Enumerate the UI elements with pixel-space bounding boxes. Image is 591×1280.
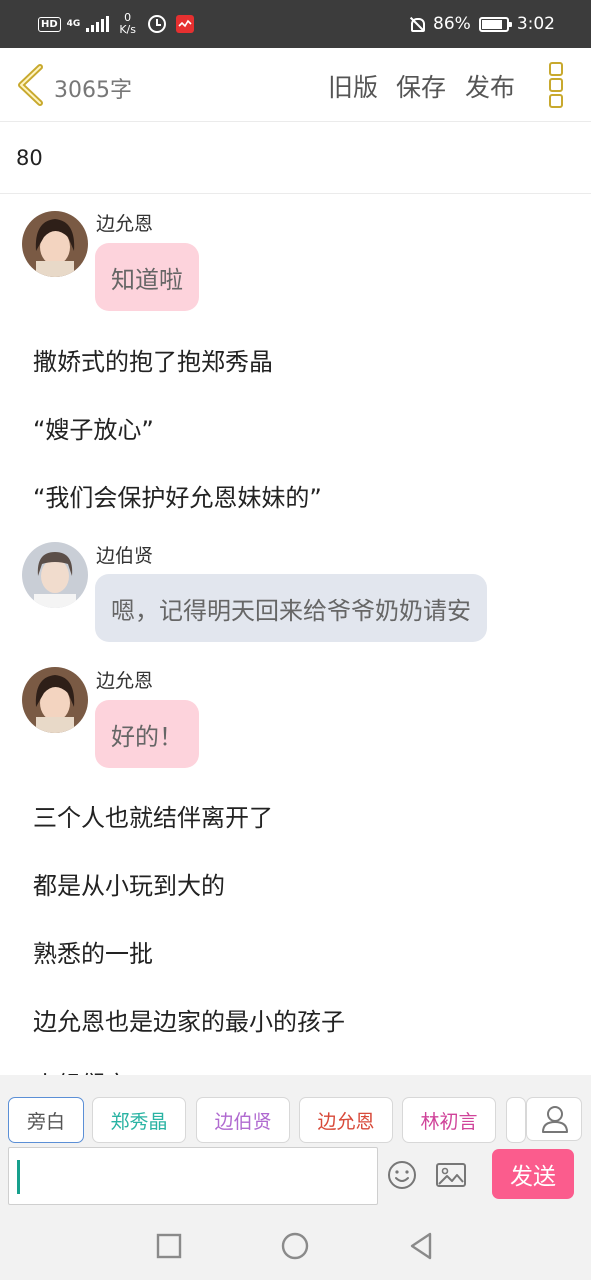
speaker-name: 边允恩 [96,213,154,235]
narration-line[interactable]: 小组们宠 [33,1065,129,1075]
dialogue-bubble[interactable]: 好的！ [95,700,199,768]
message-input[interactable] [8,1147,378,1205]
status-bar: HD 4G 0 K/s 86% 3:02 [0,0,591,48]
status-left: HD 4G 0 K/s [38,10,194,38]
speaker-name: 边伯贤 [96,545,154,567]
narration-line[interactable]: 都是从小玩到大的 [33,866,225,901]
hd-icon: HD [38,16,61,32]
narration-line[interactable]: “我们会保护好允恩妹妹的” [33,478,322,513]
dialogue-text: 好的！ [111,722,183,751]
emoji-button[interactable] [386,1159,418,1191]
battery-percent: 86% [433,14,471,34]
role-chip-label: 边伯贤 [214,1110,272,1133]
role-chip-zheng-xiujing[interactable]: 郑秀晶 [92,1097,186,1143]
net-speed-unit: K/s [119,23,136,36]
old-version-button[interactable]: 旧版 [328,68,378,104]
avatar-bian-yunen[interactable] [22,211,88,277]
narration-line[interactable]: 三个人也就结伴离开了 [33,798,273,833]
speaker-name: 边允恩 [96,670,154,692]
network-type: 4G [66,18,81,29]
user-icon [542,1106,568,1133]
narration-line[interactable]: “嫂子放心” [33,410,154,445]
dialogue-bubble[interactable]: 知道啦 [95,243,199,311]
narration-line[interactable]: 边允恩也是边家的最小的孩子 [33,1002,345,1037]
text-caret [17,1160,20,1194]
dialogue-text: 知道啦 [111,265,183,294]
role-selector: 旁白 郑秀晶 边伯贤 边允恩 林初言 [0,1075,591,1145]
net-speed: 0 K/s [119,12,136,36]
image-icon [436,1163,466,1187]
role-chip-bian-yunen[interactable]: 边允恩 [299,1097,393,1143]
circle-icon[interactable] [281,1232,309,1264]
chapter-title[interactable]: 80 [16,146,43,170]
system-nav-bar [0,1207,591,1280]
back-button[interactable] [14,64,48,106]
battery-icon [478,16,512,32]
avatar-bian-boxian[interactable] [22,542,88,608]
more-vertical-icon[interactable] [549,62,567,108]
smile-icon [388,1161,416,1189]
send-button[interactable]: 发送 [492,1149,574,1199]
role-chip-narrator[interactable]: 旁白 [8,1097,84,1143]
avatar-bian-yunen[interactable] [22,667,88,733]
narration-line[interactable]: 熟悉的一批 [33,934,153,969]
chevron-left-icon [18,64,43,106]
status-right: 86% 3:02 [409,10,555,38]
role-chip-label: 旁白 [26,1110,65,1133]
story-content[interactable]: 边允恩 知道啦 撒娇式的抱了抱郑秀晶 “嫂子放心” “我们会保护好允恩妹妹的” … [0,195,591,1075]
role-chip-label: 边允恩 [317,1110,375,1133]
app-notification-icon [175,15,194,33]
image-button[interactable] [435,1161,467,1189]
dialogue-text: 嗯，记得明天回来给爷爷奶奶请安 [111,596,471,625]
save-button[interactable]: 保存 [396,68,446,104]
narration-line[interactable]: 撒娇式的抱了抱郑秀晶 [33,342,273,377]
role-chip-label: 林初言 [420,1110,478,1133]
square-icon[interactable] [156,1233,182,1263]
role-chip-more[interactable] [506,1097,526,1143]
role-chip-bian-boxian[interactable]: 边伯贤 [196,1097,290,1143]
word-count: 3065字 [54,78,132,103]
editor-header: 3065字 旧版 保存 发布 [0,48,591,122]
publish-button[interactable]: 发布 [465,68,515,104]
triangle-back-icon[interactable] [408,1231,434,1265]
dialogue-bubble[interactable]: 嗯，记得明天回来给爷爷奶奶请安 [95,574,487,642]
role-chip-label: 郑秀晶 [110,1110,168,1133]
signal-icon [86,16,110,32]
alarm-icon [147,15,166,33]
role-manage-button[interactable] [526,1097,582,1141]
chapter-title-row[interactable]: 80 [0,122,591,194]
mute-bell-icon [409,16,426,32]
input-bar: 发送 [0,1145,591,1207]
clock: 3:02 [516,14,555,34]
role-chip-lin-chuyan[interactable]: 林初言 [402,1097,496,1143]
